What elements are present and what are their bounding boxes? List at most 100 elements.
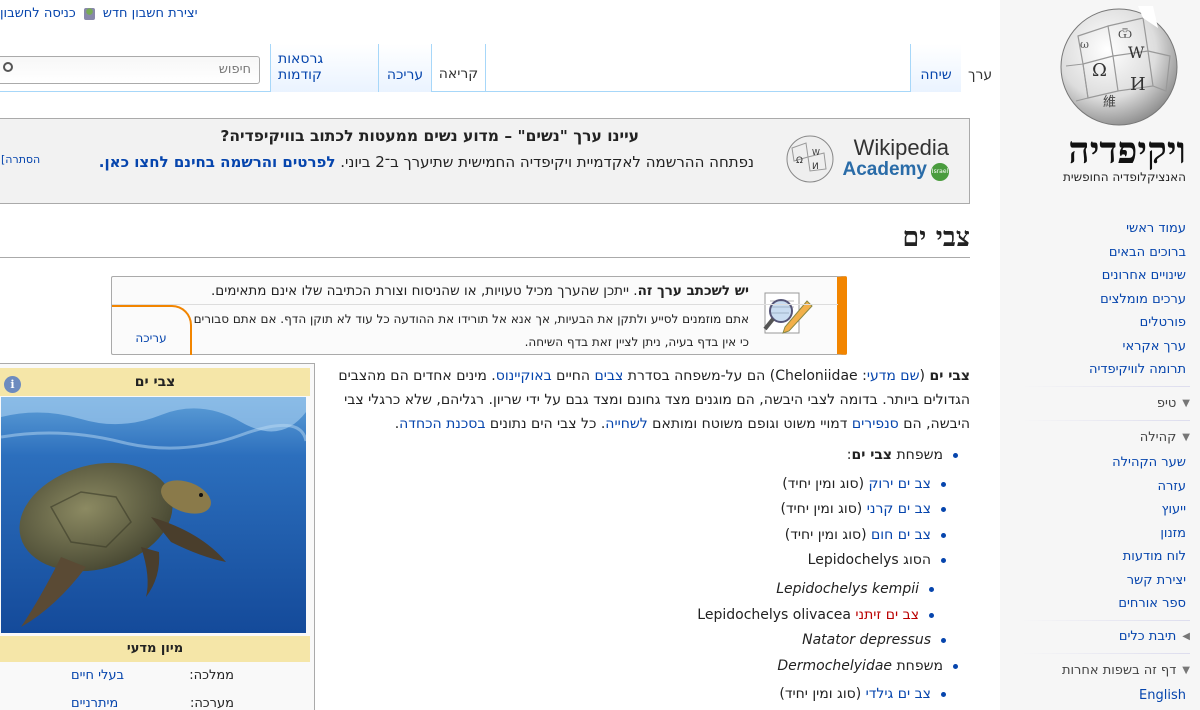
tagline: האנציקלופדיה החופשית	[1063, 170, 1186, 184]
wikipedia-globe-icon: Ω W И Ѿ 維 ω	[1060, 6, 1178, 126]
tab-edit[interactable]: עריכה	[378, 44, 431, 92]
taxobox: צבי ים i מיון מדעי ממלכה: בעלי חיים מערכ…	[0, 363, 315, 710]
community-navigation: שער הקהילה עזרה ייעוץ מזנון לוח מודעות י…	[1016, 451, 1186, 616]
create-account-link[interactable]: יצירת חשבון חדש	[103, 6, 198, 21]
section-label: קהילה	[1139, 430, 1177, 445]
sea-turtle-photo[interactable]	[1, 397, 306, 633]
main-navigation: עמוד ראשי ברוכים הבאים שינויים אחרונים ע…	[1016, 217, 1186, 382]
svg-text:И: И	[812, 162, 819, 172]
nav-item-guestbook[interactable]: ספר אורחים	[1016, 592, 1186, 616]
nav-item-advice[interactable]: ייעוץ	[1016, 498, 1186, 522]
swimming-link[interactable]: לשחייה	[605, 416, 647, 432]
sea-turtle-image	[1, 397, 306, 633]
nav-item-main-page[interactable]: עמוד ראשי	[1016, 217, 1186, 241]
svg-text:W: W	[812, 148, 820, 157]
species-name: Natator depressus	[802, 632, 931, 648]
section-community[interactable]: ▼ קהילה	[1015, 430, 1190, 445]
bullet-icon	[929, 586, 934, 592]
tab-label: גרסאות קודמות	[278, 51, 324, 83]
taxobox-value-link[interactable]: מיתרניים	[71, 696, 118, 710]
section-toolbox[interactable]: ◀ תיבת כלים	[1015, 629, 1190, 644]
nav-item-random[interactable]: ערך אקראי	[1016, 335, 1186, 359]
user-icon	[83, 7, 95, 20]
ocean-link[interactable]: באוקיינוס	[496, 368, 552, 384]
text: (סוג ומין יחיד)	[782, 476, 869, 492]
nav-item-recent-changes[interactable]: שינויים אחרונים	[1016, 264, 1186, 288]
israel-badge: Israel	[931, 163, 949, 181]
nav-item-featured[interactable]: ערכים מומלצים	[1016, 288, 1186, 312]
nav-item-portals[interactable]: פורטלים	[1016, 311, 1186, 335]
tab-history[interactable]: גרסאות קודמות	[270, 44, 378, 92]
taxonomy-header: מיון מדעי	[0, 636, 310, 662]
section-tips[interactable]: ▼ טיפ	[1015, 396, 1190, 411]
scientific-name-link[interactable]: שם מדעי	[867, 368, 920, 384]
nav-item-welcome[interactable]: ברוכים הבאים	[1016, 241, 1186, 265]
search-icon[interactable]	[3, 62, 13, 72]
bullet-icon	[941, 637, 946, 643]
list-item: הסוג Lepidochelys	[808, 552, 946, 568]
tab-read[interactable]: קריאה	[431, 44, 486, 91]
leatherback-turtle-link[interactable]: צב ים גילדי	[866, 686, 931, 702]
flippers-link[interactable]: סנפירים	[852, 416, 899, 432]
banner-signup-link[interactable]: לפרטים והרשמה בחינם לחצו כאן.	[99, 153, 336, 171]
academy-logo-text: Wikipedia	[853, 135, 949, 160]
notice-body: אתם מוזמנים לסייע ולתקן את הבעיות, אך אנ…	[193, 312, 749, 349]
species-name: Lepidochelys olivacea	[697, 607, 851, 623]
nav-item-notice-board[interactable]: לוח מודעות	[1016, 545, 1186, 569]
taxobox-label: מערכה:	[189, 696, 234, 710]
info-icon[interactable]: i	[4, 376, 21, 393]
bullet-icon	[941, 532, 946, 538]
nav-item-village-pump[interactable]: מזנון	[1016, 522, 1186, 546]
nav-item-donate[interactable]: תרומה לוויקיפדיה	[1016, 358, 1186, 382]
notice-headline: יש לשכתב ערך זה. ייתכן שהערך מכיל טעויות…	[211, 283, 749, 299]
bullet-icon	[941, 506, 946, 512]
tab-article[interactable]: ערך	[961, 44, 1000, 92]
green-turtle-link[interactable]: צב ים ירוק	[868, 476, 931, 492]
magnifier-pencil-icon	[763, 292, 813, 334]
list-item: צב ים קרני (סוג ומין יחיד)	[780, 501, 946, 517]
endangered-link[interactable]: בסכנת הכחדה	[399, 416, 485, 432]
section-label: דף זה בשפות אחרות	[1061, 663, 1177, 678]
taxobox-title-text: צבי ים	[134, 374, 176, 390]
text: משפחת	[892, 658, 943, 674]
olive-ridley-link[interactable]: צב ים זיתני	[855, 607, 919, 623]
text: : Cheloniidae) הם על-משפחה בסדרת	[623, 368, 867, 384]
svg-text:ω: ω	[1080, 38, 1089, 51]
taxobox-value-link[interactable]: בעלי חיים	[71, 668, 124, 683]
notice-edit-tab[interactable]: עריכה	[112, 305, 192, 355]
notice-title: יש לשכתב ערך זה	[637, 283, 749, 299]
hawksbill-turtle-link[interactable]: צב ים קרני	[867, 501, 931, 517]
taxobox-label: ממלכה:	[189, 668, 234, 683]
rewrite-notice: יש לשכתב ערך זה. ייתכן שהערך מכיל טעויות…	[111, 276, 847, 355]
divider	[112, 304, 838, 305]
nav-item-community-portal[interactable]: שער הקהילה	[1016, 451, 1186, 475]
turtles-link[interactable]: צבים	[594, 368, 623, 384]
search-input[interactable]: חיפוש	[0, 56, 260, 84]
login-link[interactable]: כניסה לחשבון	[0, 6, 76, 21]
text: (סוג ומין יחיד)	[779, 686, 866, 702]
list-item: צב ים ירוק (סוג ומין יחיד)	[782, 476, 946, 492]
banner-body: נפתחה ההרשמה לאקדמיית ויקיפדיה החמישית ש…	[64, 151, 754, 173]
tab-label: ערך	[968, 67, 993, 83]
language-link-english[interactable]: English	[1016, 684, 1186, 708]
svg-text:Ω: Ω	[1092, 60, 1107, 81]
bullet-icon	[941, 481, 946, 487]
list-item: צב ים חום (סוג ומין יחיד)	[785, 527, 946, 543]
site-notice-banner: Ω W И Wikipedia Academy Israel עיינו ערך…	[0, 118, 970, 204]
section-languages[interactable]: ▼ דף זה בשפות אחרות	[1015, 663, 1190, 678]
text: (סוג ומין יחיד)	[784, 527, 872, 543]
notice-text: . ייתכן שהערך מכיל טעויות, או שהניסוח וצ…	[210, 283, 638, 299]
personal-tools: יצירת חשבון חדש כניסה לחשבון	[0, 6, 198, 21]
wikipedia-academy-logo[interactable]: Ω W И Wikipedia Academy Israel	[784, 131, 949, 189]
wikipedia-logo[interactable]: Ω W И Ѿ 維 ω ויקיפדיה האנציקלופדיה החופשי…	[1023, 4, 1188, 184]
text: החיים	[551, 368, 595, 384]
loggerhead-turtle-link[interactable]: צב ים חום	[871, 527, 931, 543]
tab-label: שיחה	[920, 67, 952, 83]
nav-item-help[interactable]: עזרה	[1016, 475, 1186, 499]
divider	[1020, 620, 1190, 621]
bullet-icon	[941, 691, 946, 697]
nav-item-contact[interactable]: יצירת קשר	[1016, 569, 1186, 593]
tab-talk[interactable]: שיחה	[910, 44, 961, 92]
hide-banner-link[interactable]: [הסתרה	[1, 153, 40, 166]
bullet-icon	[929, 612, 934, 618]
